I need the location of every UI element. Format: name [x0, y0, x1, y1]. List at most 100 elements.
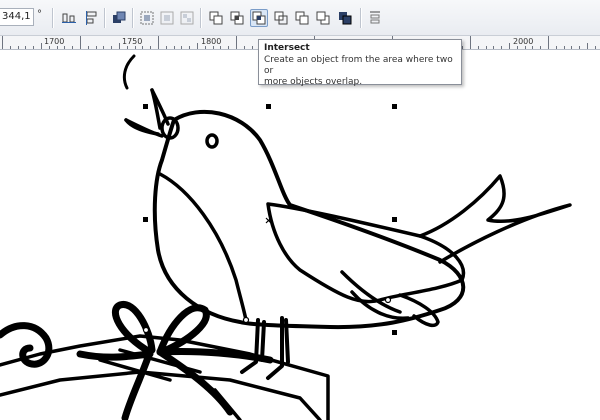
ruler-tick — [181, 46, 183, 49]
selection-handle[interactable] — [143, 217, 148, 222]
drawing-canvas[interactable] — [0, 50, 600, 420]
ruler-tick — [72, 46, 74, 49]
ruler-tick — [524, 46, 526, 49]
ruler-tick — [509, 43, 510, 49]
ruler-tick — [64, 46, 66, 49]
ruler-tick — [532, 46, 534, 49]
ruler-tick — [103, 46, 105, 49]
ruler-tick — [555, 46, 557, 49]
create-boundary-icon — [339, 12, 352, 25]
ruler-tick — [119, 43, 120, 49]
intersect-icon — [252, 11, 266, 25]
ruler-tick — [493, 46, 495, 49]
ruler-tick — [548, 36, 549, 49]
tooltip-description-line: more objects overlap. — [264, 77, 363, 87]
simplify-button[interactable] — [272, 9, 290, 27]
ruler-tick — [243, 46, 245, 49]
ruler-tick — [594, 46, 596, 49]
ruler-tick — [158, 36, 159, 49]
ruler-tick — [477, 46, 479, 49]
ruler-tick — [111, 46, 113, 49]
selection-handle[interactable] — [392, 217, 397, 222]
ruler-tick — [579, 46, 581, 49]
trim-button[interactable] — [228, 9, 246, 27]
toolbar-divider — [132, 8, 134, 28]
ruler-tick — [87, 46, 89, 49]
ruler-tick — [251, 46, 253, 49]
ruler-tick — [204, 46, 206, 49]
ruler-tick — [516, 46, 518, 49]
align-horizontal-icon — [62, 13, 76, 23]
ruler-tick — [165, 46, 167, 49]
ruler-tick — [571, 46, 573, 49]
property-toolbar: 344,1 ° — [0, 0, 600, 36]
selection-handle[interactable] — [266, 104, 271, 109]
ruler-tick — [17, 46, 19, 49]
ruler-tick — [150, 46, 152, 49]
back-minus-front-icon — [316, 11, 330, 25]
ungroup-all-button[interactable] — [178, 9, 196, 27]
bird-wing-outer — [266, 202, 466, 304]
align-horizontal-button[interactable] — [60, 9, 78, 27]
back-minus-front-button[interactable] — [314, 9, 332, 27]
bird-body — [152, 109, 466, 330]
group-button[interactable] — [138, 9, 156, 27]
align-distribute-icon — [370, 11, 380, 24]
ruler-label: 1800 — [201, 37, 222, 46]
ruler-tick — [501, 46, 503, 49]
group-icon — [140, 11, 154, 25]
ruler-tick — [95, 46, 97, 49]
arrange-order-icon — [113, 11, 126, 23]
ruler-tick — [485, 46, 487, 49]
front-minus-back-button[interactable] — [293, 9, 311, 27]
selection-handle[interactable] — [392, 104, 397, 109]
toolbar-divider — [360, 8, 362, 28]
intersect-tooltip: Intersect Create an object from the area… — [258, 39, 462, 88]
ruler-tick — [228, 46, 230, 49]
tooltip-description: Create an object from the area where two… — [264, 55, 456, 88]
selection-handle[interactable] — [143, 104, 148, 109]
ruler-tick — [80, 36, 81, 49]
ungroup-button[interactable] — [158, 9, 176, 27]
ruler-label: 2000 — [513, 37, 534, 46]
front-minus-back-icon — [295, 11, 309, 25]
ruler-tick — [9, 46, 11, 49]
bird-tail — [418, 174, 572, 264]
ruler-tick — [189, 46, 191, 49]
weld-button[interactable] — [207, 9, 225, 27]
ruler-tick — [33, 46, 35, 49]
toolbar-divider — [52, 8, 54, 28]
intersect-button[interactable] — [250, 9, 268, 27]
create-boundary-button[interactable] — [336, 9, 354, 27]
rotation-angle-input[interactable]: 344,1 — [0, 8, 34, 26]
ruler-tick — [236, 36, 237, 49]
ruler-tick — [41, 43, 42, 49]
motion-line — [122, 54, 136, 90]
arrange-order-button[interactable] — [110, 9, 128, 27]
ruler-tick — [173, 46, 175, 49]
degree-label: ° — [37, 9, 42, 20]
ruler-tick — [462, 46, 464, 49]
ruler-tick — [134, 46, 136, 49]
ungroup-all-icon — [180, 11, 194, 25]
ruler-tick — [48, 46, 50, 49]
ruler-tick — [25, 46, 27, 49]
toolbar-divider — [200, 8, 202, 28]
ruler-tick — [56, 46, 58, 49]
ruler-tick — [212, 46, 214, 49]
bird-legs — [240, 316, 290, 380]
ruler-tick — [563, 46, 565, 49]
align-distribute-button[interactable] — [366, 9, 384, 27]
weld-icon — [209, 11, 223, 25]
tooltip-title: Intersect — [264, 43, 310, 53]
selection-handle[interactable] — [392, 330, 397, 335]
ruler-tick — [540, 46, 542, 49]
ruler-label: 1700 — [44, 37, 65, 46]
align-vertical-button[interactable] — [82, 9, 100, 27]
align-vertical-icon — [86, 11, 97, 25]
ruler-tick — [470, 36, 471, 49]
simplify-icon — [274, 11, 288, 25]
ruler-label: 1750 — [122, 37, 143, 46]
ruler-tick — [142, 46, 144, 49]
ruler-tick — [2, 36, 3, 49]
